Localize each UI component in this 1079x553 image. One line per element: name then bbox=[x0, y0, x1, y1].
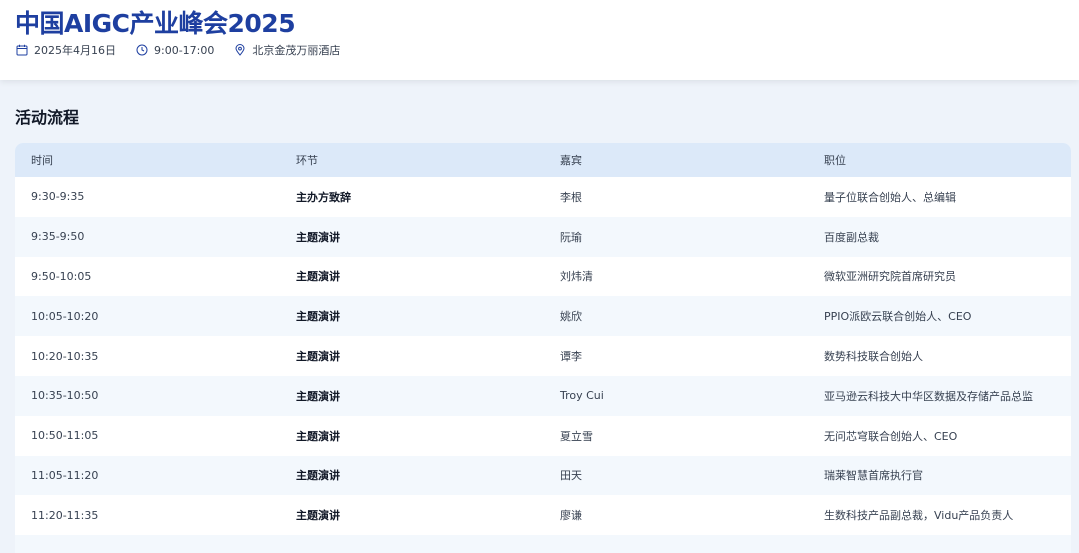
cell-position: PPIO派欧云联合创始人、CEO bbox=[824, 310, 972, 324]
table-row: 9:30-9:35 主办方致辞 李根 量子位联合创始人、总编辑 bbox=[15, 177, 1071, 217]
cell-session: 主题演讲 bbox=[296, 389, 340, 403]
table-row: 11:05-11:20 主题演讲 田天 瑞莱智慧首席执行官 bbox=[15, 455, 1071, 496]
cell-session: 主题演讲 bbox=[296, 509, 340, 523]
cell-time: 10:50-11:05 bbox=[31, 429, 99, 443]
column-header-session: 环节 bbox=[296, 154, 318, 167]
cell-session: 主题演讲 bbox=[296, 230, 340, 244]
table-row: 11:20-11:35 主题演讲 廖谦 生数科技产品副总裁，Vidu产品负责人 bbox=[15, 495, 1071, 536]
event-time-text: 9:00-17:00 bbox=[154, 43, 215, 57]
cell-guest: 夏立雪 bbox=[560, 429, 593, 443]
cell-position: 量子位联合创始人、总编辑 bbox=[824, 190, 956, 204]
calendar-icon bbox=[16, 44, 28, 56]
table-row: 10:35-10:50 主题演讲 Troy Cui 亚马逊云科技大中华区数据及存… bbox=[15, 375, 1071, 416]
cell-position: 亚马逊云科技大中华区数据及存储产品总监 bbox=[824, 389, 1033, 403]
cell-time: 10:35-10:50 bbox=[31, 389, 99, 403]
schedule-table: 时间 环节 嘉宾 职位 9:30-9:35 主办方致辞 李根 量子位联合创始人、… bbox=[15, 143, 1071, 553]
cell-session: 主题演讲 bbox=[296, 270, 340, 284]
cell-time: 11:20-11:35 bbox=[31, 508, 99, 522]
column-header-position: 职位 bbox=[824, 154, 846, 167]
schedule-title: 活动流程 bbox=[15, 108, 80, 127]
cell-session: 主题演讲 bbox=[296, 469, 340, 483]
cell-session: 主办方致辞 bbox=[296, 190, 351, 204]
cell-time: 10:20-10:35 bbox=[31, 349, 99, 363]
location-pin-icon bbox=[235, 44, 245, 56]
clock-icon bbox=[136, 44, 148, 56]
cell-position: 瑞莱智慧首席执行官 bbox=[824, 469, 923, 483]
cell-guest: 谭李 bbox=[560, 350, 582, 364]
cell-time: 9:50-10:05 bbox=[31, 269, 92, 283]
page-title: 中国AIGC产业峰会2025 bbox=[15, 9, 296, 38]
cell-position: 微软亚洲研究院首席研究员 bbox=[824, 270, 956, 284]
cell-time: 9:30-9:35 bbox=[31, 190, 85, 204]
cell-time: 10:05-10:20 bbox=[31, 309, 99, 323]
cell-session: 主题演讲 bbox=[296, 350, 340, 364]
event-date-text: 2025年4月16日 bbox=[34, 44, 116, 57]
cell-guest: 姚欣 bbox=[560, 310, 582, 324]
cell-guest: 阮瑜 bbox=[560, 230, 582, 244]
event-header: 中国AIGC产业峰会2025 2025年4月16日 9:00-17:00 北京金 bbox=[0, 0, 1079, 80]
event-date: 2025年4月16日 bbox=[16, 42, 116, 58]
table-row: 10:20-10:35 主题演讲 谭李 数势科技联合创始人 bbox=[15, 336, 1071, 376]
cell-position: 百度副总裁 bbox=[824, 230, 879, 244]
cell-position: 无问芯穹联合创始人、CEO bbox=[824, 429, 958, 443]
event-location: 北京金茂万丽酒店 bbox=[234, 42, 340, 58]
table-header: 时间 环节 嘉宾 职位 bbox=[15, 143, 1071, 177]
cell-position: 数势科技联合创始人 bbox=[824, 350, 923, 364]
cell-guest: 田天 bbox=[560, 469, 582, 483]
cell-session: 主题演讲 bbox=[296, 429, 340, 443]
table-row: 9:50-10:05 主题演讲 刘炜清 微软亚洲研究院首席研究员 bbox=[15, 256, 1071, 297]
cell-session: 主题演讲 bbox=[296, 310, 340, 324]
cell-position: 生数科技产品副总裁，Vidu产品负责人 bbox=[824, 509, 1014, 523]
cell-time: 9:35-9:50 bbox=[31, 230, 85, 244]
cell-guest: 李根 bbox=[560, 190, 582, 204]
event-location-text: 北京金茂万丽酒店 bbox=[252, 44, 341, 57]
event-time: 9:00-17:00 bbox=[136, 44, 214, 57]
table-row: 10:05-10:20 主题演讲 姚欣 PPIO派欧云联合创始人、CEO bbox=[15, 296, 1071, 337]
table-row-partial bbox=[15, 535, 1071, 553]
column-header-time: 时间 bbox=[31, 154, 53, 167]
event-meta: 2025年4月16日 9:00-17:00 北京金茂万丽酒店 bbox=[16, 42, 360, 58]
column-header-guest: 嘉宾 bbox=[560, 154, 582, 167]
cell-time: 11:05-11:20 bbox=[31, 468, 99, 482]
cell-guest: 廖谦 bbox=[560, 509, 582, 523]
table-row: 10:50-11:05 主题演讲 夏立雪 无问芯穹联合创始人、CEO bbox=[15, 415, 1071, 456]
cell-guest: 刘炜清 bbox=[560, 270, 593, 284]
cell-guest: Troy Cui bbox=[560, 389, 604, 403]
table-row: 9:35-9:50 主题演讲 阮瑜 百度副总裁 bbox=[15, 216, 1071, 257]
